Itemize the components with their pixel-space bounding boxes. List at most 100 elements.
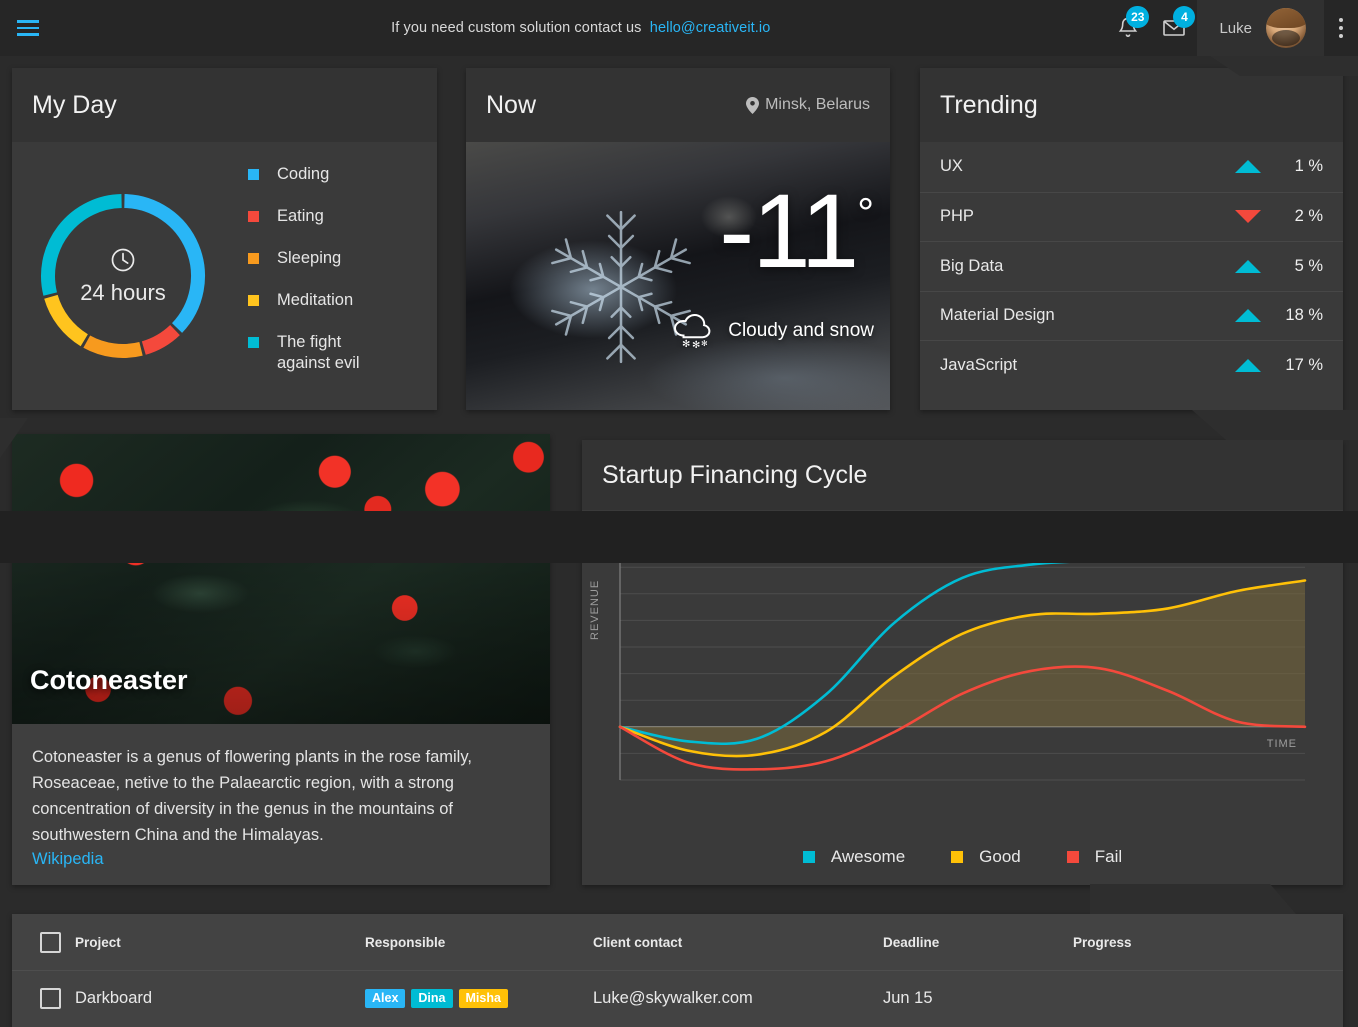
article-title: Cotoneaster [30,665,188,696]
weather-card: Now Minsk, Belarus [466,68,890,410]
trend-down-icon [1235,210,1261,223]
trend-up-icon [1235,160,1261,173]
promo-message: If you need custom solution contact us h… [56,20,1105,36]
trending-card: Trending UX1 %PHP2 % Big Data 5 % Material … [920,68,1343,410]
trending-name: JavaScript [940,356,1235,375]
hamburger-icon[interactable] [0,0,56,56]
weather-header: Now Minsk, Belarus [466,68,890,142]
trending-title: Trending [940,91,1038,120]
trending-row[interactable]: UX1 % [920,142,1343,192]
legend-label: Sleeping [277,248,341,269]
my-day-body: 24 hours Coding Eating Sleeping Meditation T… [12,142,437,410]
temperature-number: -11 [719,173,857,290]
user-name: Luke [1219,20,1252,37]
finance-header: Startup Financing Cycle [582,440,1343,510]
svg-text:✻: ✻ [701,339,708,348]
legend-swatch [248,295,259,306]
select-all-checkbox[interactable] [40,932,61,953]
trending-list: UX1 %PHP2 % Big Data 5 % Material Design 18 … [920,142,1343,390]
projects-table: Project Responsible Client contact Deadl… [12,914,1343,1027]
column-header-client-contact: Client contact [593,935,883,950]
messages-badge: 4 [1173,6,1195,28]
chart-legend-item[interactable]: Good [951,847,1021,867]
finance-title: Startup Financing Cycle [602,461,867,490]
responsible-chip[interactable]: Misha [459,989,508,1009]
chart-legend-label: Awesome [831,847,905,867]
promo-email-link[interactable]: hello@creativeit.io [650,20,771,36]
trending-row[interactable]: Material Design 18 % [920,291,1343,341]
chart-legend-label: Fail [1095,847,1122,867]
weather-photo: -11° ✻ ✻ ✻ Cloudy and snow [466,142,890,410]
degree-symbol: ° [857,189,872,236]
cell-project: Darkboard [75,989,365,1008]
y-axis-label: REVENUE [589,580,601,640]
row-checkbox[interactable] [40,988,61,1009]
my-day-legend: Coding Eating Sleeping Meditation The fight … [234,142,437,410]
messages-button[interactable]: 4 [1151,0,1197,56]
trending-name: Big Data [940,257,1235,276]
area-fill [620,581,1305,757]
avatar [1266,8,1306,48]
trending-percent: 18 % [1261,306,1323,325]
donut-hours-label: 24 hours [80,280,166,306]
chart-legend-item[interactable]: Fail [1067,847,1122,867]
column-header-deadline: Deadline [883,935,1073,950]
finance-chart-card: Startup Financing Cycle REVENUE TIME Awes… [582,440,1343,885]
weather-condition-label: Cloudy and snow [728,320,874,342]
temperature-value: -11° [719,184,872,281]
article-card: Cotoneaster Cotoneaster is a genus of fl… [12,434,550,885]
clock-icon [109,246,137,274]
article-source-link[interactable]: Wikipedia [32,850,104,869]
trending-row[interactable]: JavaScript17 % [920,340,1343,390]
user-menu[interactable]: Luke [1197,0,1324,56]
trending-row[interactable]: Big Data 5 % [920,241,1343,291]
chart-legend-item[interactable]: Awesome [803,847,905,867]
kebab-icon[interactable] [1324,0,1358,56]
legend-item: Meditation [248,290,437,311]
x-axis-label: TIME [1267,738,1297,750]
finance-chart-legend: Awesome Good Fail [582,847,1343,867]
promo-text: If you need custom solution contact us [391,20,641,36]
trending-percent: 5 % [1261,257,1323,276]
chart-legend-swatch [951,851,963,863]
trending-row[interactable]: PHP2 % [920,192,1343,242]
trend-up-icon [1235,309,1261,322]
donut-segment [144,330,175,348]
table-header-row: Project Responsible Client contact Deadl… [12,914,1343,970]
legend-label: Eating [277,206,324,227]
trending-name: UX [940,157,1235,176]
notifications-button[interactable]: 23 [1105,0,1151,56]
page-title: My Day [32,91,117,120]
trend-up-icon [1235,260,1261,273]
legend-item: Coding [248,164,437,185]
map-pin-icon [746,97,759,114]
legend-item: Eating [248,206,437,227]
my-day-header: My Day [12,68,437,142]
decorative-ribbon [1090,884,1340,914]
legend-swatch [248,253,259,264]
trending-name: PHP [940,207,1235,226]
legend-swatch [248,337,259,348]
legend-item: The fight against evil [248,332,437,374]
cell-client-contact: Luke@skywalker.com [593,989,883,1008]
responsible-chip[interactable]: Alex [365,989,405,1009]
legend-swatch [248,211,259,222]
my-day-card: My Day 24 hours Coding Eating Sleeping Medi… [12,68,437,410]
donut-center-label: 24 hours [41,246,206,306]
cloud-snow-icon: ✻ ✻ ✻ [672,314,714,348]
trending-name: Material Design [940,306,1235,325]
cell-responsible: Alex Dina Misha [365,989,593,1009]
responsible-chip[interactable]: Dina [411,989,452,1009]
svg-text:✻: ✻ [682,339,690,348]
weather-location-label: Minsk, Belarus [765,96,870,114]
table-row[interactable]: DarkboardAlex Dina Misha Luke@skywalker.com… [12,970,1343,1026]
column-header-project: Project [75,935,365,950]
trending-header: Trending [920,68,1343,142]
decorative-ribbon [1192,410,1358,440]
weather-location: Minsk, Belarus [746,96,870,114]
cell-deadline: Jun 15 [883,989,1073,1008]
legend-item: Sleeping [248,248,437,269]
finance-line-chart: REVENUE TIME [582,510,1343,840]
legend-swatch [248,169,259,180]
article-photo: Cotoneaster [12,434,550,724]
